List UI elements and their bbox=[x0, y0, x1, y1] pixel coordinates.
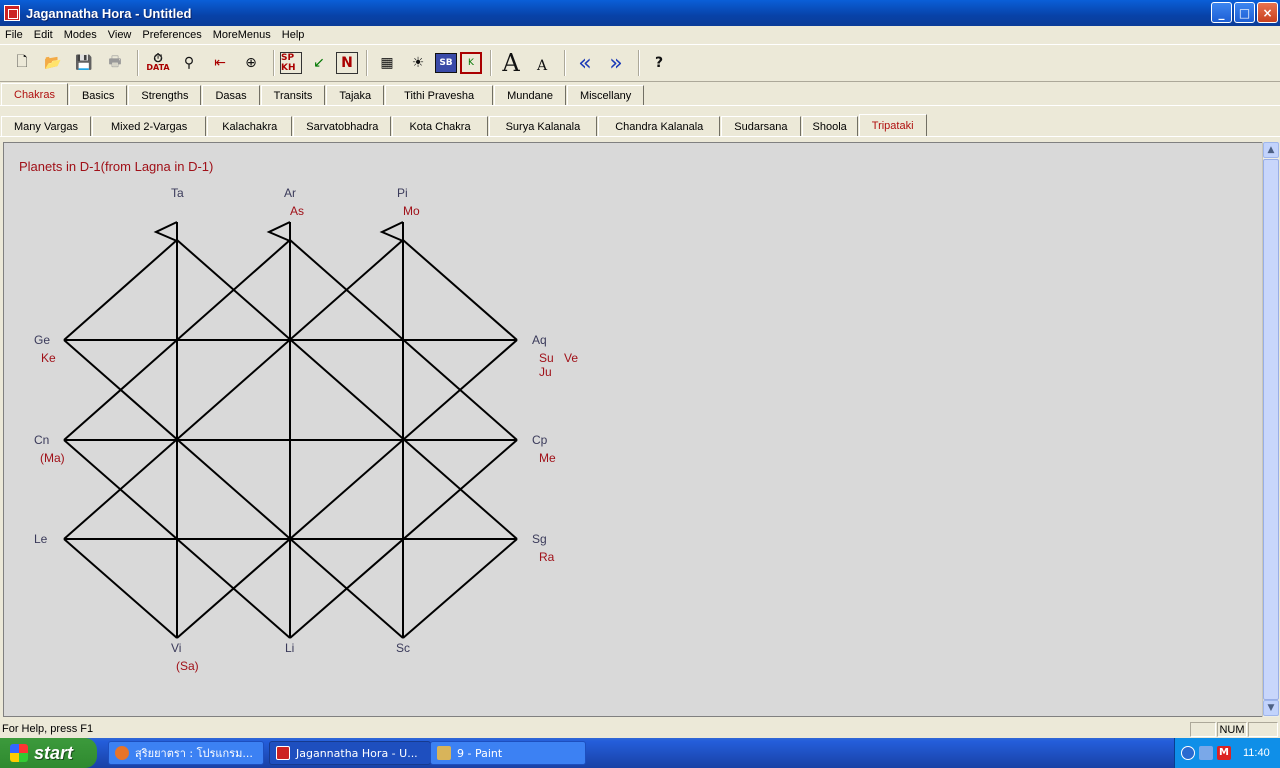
taskbar: start สุริยยาตรา : โปรแกรม... Jagannatha… bbox=[0, 738, 1280, 768]
planet-ra: Ra bbox=[539, 550, 555, 564]
sign-li: Li bbox=[285, 641, 294, 655]
scroll-thumb[interactable] bbox=[1263, 159, 1279, 700]
task-label: 9 - Paint bbox=[457, 746, 503, 760]
sign-sg: Sg bbox=[532, 532, 547, 546]
planet-as: As bbox=[290, 204, 304, 218]
antivirus-icon[interactable]: M bbox=[1217, 746, 1231, 760]
task-label: สุริยยาตรา : โปรแกรม... bbox=[135, 747, 253, 760]
tripataki-chart: Ta Ar Pi Ge Cn Le Aq Cp Sg Vi Li Sc As M… bbox=[34, 186, 578, 673]
vertical-scrollbar[interactable]: ▲ ▼ bbox=[1262, 142, 1279, 717]
firefox-icon bbox=[115, 746, 129, 760]
sign-ta: Ta bbox=[171, 186, 184, 200]
status-pane-empty bbox=[1248, 722, 1278, 737]
status-bar: For Help, press F1 NUM bbox=[0, 720, 1280, 738]
status-help-text: For Help, press F1 bbox=[2, 723, 94, 735]
status-pane-empty bbox=[1190, 722, 1216, 737]
sign-cp: Cp bbox=[532, 433, 548, 447]
sign-sc: Sc bbox=[396, 641, 410, 655]
scroll-down-icon[interactable]: ▼ bbox=[1263, 700, 1279, 716]
chart-lines bbox=[63, 221, 518, 639]
paint-icon bbox=[437, 746, 451, 760]
jhora-icon bbox=[276, 746, 290, 760]
windows-logo-icon bbox=[10, 744, 28, 762]
system-tray: M 11:40 bbox=[1174, 738, 1280, 768]
sign-le: Le bbox=[34, 532, 48, 546]
start-button[interactable]: start bbox=[0, 738, 97, 768]
sign-vi: Vi bbox=[171, 641, 181, 655]
taskbar-item-jagannatha-hora[interactable]: Jagannatha Hora - U... bbox=[269, 741, 431, 765]
scroll-up-icon[interactable]: ▲ bbox=[1263, 142, 1279, 158]
start-label: start bbox=[34, 742, 74, 763]
status-num: NUM bbox=[1217, 722, 1247, 737]
sign-aq: Aq bbox=[532, 333, 547, 347]
sign-pi: Pi bbox=[397, 186, 408, 200]
taskbar-item-paint[interactable]: 9 - Paint bbox=[430, 741, 586, 765]
network-icon[interactable] bbox=[1199, 746, 1213, 760]
clock: 11:40 bbox=[1243, 747, 1270, 759]
taskbar-item-firefox[interactable]: สุริยยาตรา : โปรแกรม... bbox=[108, 741, 264, 765]
planet-me: Me bbox=[539, 451, 556, 465]
planet-sa: (Sa) bbox=[176, 659, 199, 673]
sign-ge: Ge bbox=[34, 333, 50, 347]
planet-mo: Mo bbox=[403, 204, 420, 218]
tray-expand-icon[interactable] bbox=[1181, 746, 1195, 760]
sign-cn: Cn bbox=[34, 433, 49, 447]
planet-ma: (Ma) bbox=[40, 451, 65, 465]
sign-ar: Ar bbox=[284, 186, 296, 200]
planet-ju: Ju bbox=[539, 365, 552, 379]
planet-su: Su bbox=[539, 351, 554, 365]
task-label: Jagannatha Hora - U... bbox=[296, 746, 418, 760]
planet-ve: Ve bbox=[564, 351, 578, 365]
planet-ke: Ke bbox=[41, 351, 56, 365]
